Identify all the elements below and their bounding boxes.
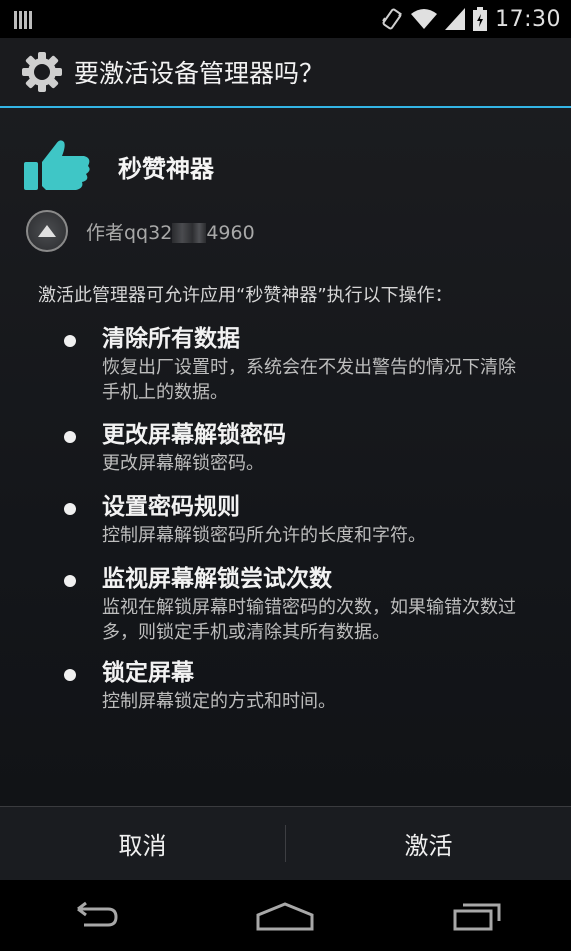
thumbs-up-icon (24, 140, 90, 190)
permission-title: 清除所有数据 (102, 326, 240, 352)
activate-button[interactable]: 激活 (286, 807, 571, 880)
battery-icon (473, 7, 488, 31)
dialog-title: 要激活设备管理器吗？ (74, 59, 325, 88)
bullet-icon (64, 335, 76, 347)
permission-list: 清除所有数据 恢复出厂设置时，系统会在不发出警告的情况下清除手机上的数据。 更改… (0, 323, 571, 729)
redacted-blur (172, 223, 207, 243)
permission-desc: 控制屏幕解锁密码所允许的长度和字符。 (102, 525, 426, 546)
permission-item: 清除所有数据 恢复出厂设置时，系统会在不发出警告的情况下清除手机上的数据。 (0, 323, 571, 419)
permission-desc: 控制屏幕锁定的方式和时间。 (102, 691, 336, 712)
admin-description: 激活此管理器可允许应用“秒赞神器”执行以下操作： (38, 285, 453, 306)
permission-title: 锁定屏幕 (102, 660, 194, 686)
app-info: 秒赞神器 (24, 138, 214, 194)
author-suffix: 4960 (206, 221, 255, 244)
device-admin-dialog: 要激活设备管理器吗？ 秒赞神器 作者qq32 4960 激活此管理器可允许应用“秒… (0, 38, 571, 880)
bullet-icon (64, 575, 76, 587)
bullet-icon (64, 503, 76, 515)
permission-title: 更改屏幕解锁密码 (102, 422, 286, 448)
recents-icon[interactable] (451, 901, 503, 931)
bullet-icon (64, 669, 76, 681)
permission-desc: 更改屏幕解锁密码。 (102, 453, 264, 474)
permission-title: 监视屏幕解锁尝试次数 (102, 566, 332, 592)
back-icon[interactable] (68, 901, 120, 931)
author-prefix: 作者qq32 (86, 221, 173, 244)
permission-desc: 恢复出厂设置时，系统会在不发出警告的情况下清除手机上的数据。 (102, 357, 516, 403)
permission-item: 设置密码规则 控制屏幕解锁密码所允许的长度和字符。 (0, 491, 571, 563)
dialog-button-bar: 取消 激活 (0, 806, 571, 880)
status-bar: 17:30 (0, 0, 571, 38)
app-name: 秒赞神器 (118, 154, 214, 183)
permission-title: 设置密码规则 (102, 494, 240, 520)
wifi-icon (411, 9, 438, 29)
expand-up-icon[interactable] (26, 210, 68, 252)
bullet-icon (64, 431, 76, 443)
permission-item: 监视屏幕解锁尝试次数 监视在解锁屏幕时输错密码的次数，如果输错次数过多，则锁定手… (0, 563, 571, 657)
notification-icon (14, 9, 32, 29)
author-text: 作者qq32 4960 (86, 218, 255, 245)
status-icons: 17:30 (381, 7, 561, 32)
home-icon[interactable] (256, 901, 314, 931)
dialog-title-bar: 要激活设备管理器吗？ (0, 38, 571, 108)
status-clock: 17:30 (495, 6, 561, 32)
permission-item: 锁定屏幕 控制屏幕锁定的方式和时间。 (0, 657, 571, 729)
signal-icon (445, 8, 466, 30)
author-row[interactable]: 作者qq32 4960 (26, 210, 255, 252)
navigation-bar (0, 880, 571, 951)
vibrate-icon (382, 8, 402, 30)
permission-item: 更改屏幕解锁密码 更改屏幕解锁密码。 (0, 419, 571, 491)
cancel-button[interactable]: 取消 (0, 807, 285, 880)
permission-desc: 监视在解锁屏幕时输错密码的次数，如果输错次数过多，则锁定手机或清除其所有数据。 (102, 597, 516, 643)
gear-icon (22, 52, 62, 92)
